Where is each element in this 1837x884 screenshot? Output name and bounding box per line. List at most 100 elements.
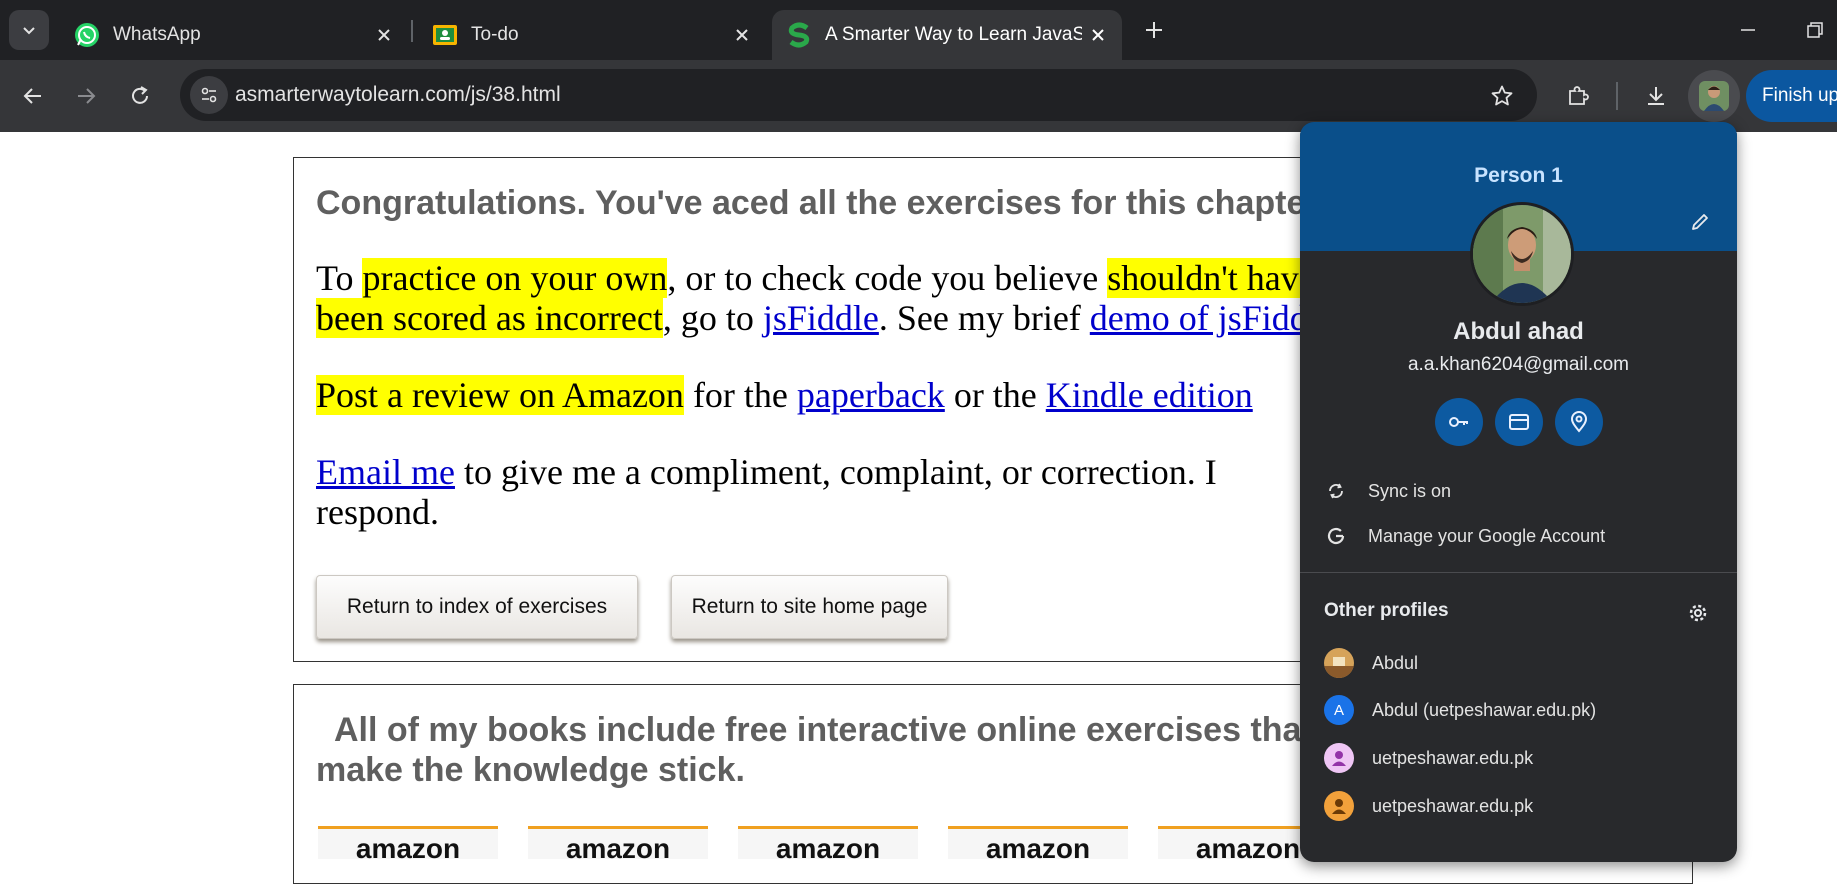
edit-profile-button[interactable]	[1682, 204, 1718, 240]
star-icon	[1491, 85, 1513, 106]
addresses-button[interactable]	[1555, 398, 1603, 446]
tab-strip: WhatsApp To-do A Smarter Way to Learn Ja…	[0, 0, 1837, 60]
paragraph-email-line1: Email me to give me a compliment, compla…	[316, 452, 1217, 492]
congrats-heading: Congratulations. You've aced all the exe…	[316, 184, 1327, 222]
passwords-button[interactable]	[1435, 398, 1483, 446]
other-profile-item[interactable]: Abdul	[1324, 643, 1418, 683]
pencil-icon	[1692, 214, 1708, 230]
other-profile-item[interactable]: uetpeshawar.edu.pk	[1324, 786, 1533, 826]
profile-name: uetpeshawar.edu.pk	[1372, 747, 1534, 768]
google-icon	[1326, 526, 1346, 546]
reload-icon	[132, 86, 148, 104]
paragraph-review: Post a review on Amazon for the paperbac…	[316, 375, 1253, 415]
forward-button[interactable]	[66, 76, 106, 116]
other-profile-item[interactable]: A Abdul (uetpeshawar.edu.pk)	[1324, 690, 1596, 730]
smarter-way-icon	[788, 22, 810, 48]
return-home-button[interactable]: Return to site home page	[671, 575, 948, 639]
google-classroom-icon	[433, 25, 457, 45]
tab-smarter-way[interactable]: A Smarter Way to Learn JavaScript	[772, 10, 1122, 60]
profile-email: a.a.khan6204@gmail.com	[1407, 354, 1630, 375]
sync-icon	[1326, 481, 1346, 501]
text: , go to	[662, 298, 763, 338]
profile-avatar-button[interactable]	[1688, 70, 1740, 122]
sync-status-row[interactable]: Sync is on	[1326, 471, 1451, 511]
return-index-button[interactable]: Return to index of exercises	[316, 575, 638, 639]
close-tab-button[interactable]	[368, 19, 400, 51]
text: or the	[944, 375, 1046, 415]
plus-icon	[1146, 22, 1162, 38]
close-tab-button[interactable]	[726, 19, 758, 51]
tab-to-do[interactable]: To-do	[418, 10, 766, 60]
finish-update-button[interactable]: Finish update	[1746, 70, 1837, 122]
manage-account-row[interactable]: Manage your Google Account	[1326, 516, 1605, 556]
amazon-book-link[interactable]: amazon	[738, 826, 918, 859]
credit-card-icon	[1509, 414, 1529, 430]
avatar	[1324, 648, 1354, 678]
tab-whatsapp[interactable]: WhatsApp	[60, 10, 408, 60]
url-text[interactable]: asmarterwaytolearn.com/js/38.html	[235, 83, 561, 107]
text: To	[316, 258, 363, 298]
gear-icon	[1689, 604, 1707, 622]
text: for the	[683, 375, 797, 415]
tab-separator	[411, 20, 413, 42]
paperback-link[interactable]: paperback	[797, 375, 945, 415]
avatar	[1473, 205, 1571, 303]
close-tab-button[interactable]	[1082, 19, 1114, 51]
extensions-button[interactable]	[1558, 76, 1598, 116]
avatar	[1699, 81, 1729, 111]
jsfiddle-link[interactable]: jsFiddle	[763, 298, 879, 338]
sync-label: Sync is on	[1368, 480, 1452, 501]
forward-arrow-icon	[78, 88, 96, 104]
tab-title: To-do	[471, 24, 519, 45]
paragraph-email-line2: respond.	[316, 492, 439, 532]
highlight-text: Post a review on Amazon	[316, 375, 684, 415]
profile-header-name: Person 1	[1474, 164, 1563, 187]
restore-button[interactable]	[1795, 12, 1835, 48]
download-icon	[1648, 87, 1664, 105]
close-icon	[736, 29, 748, 41]
restore-icon	[1807, 22, 1823, 38]
amazon-book-link[interactable]: amazon	[948, 826, 1128, 859]
tab-title: WhatsApp	[113, 24, 201, 45]
person-icon	[1332, 799, 1346, 814]
amazon-book-link[interactable]: amazon	[318, 826, 498, 859]
divider	[1300, 572, 1737, 573]
site-info-button[interactable]	[190, 76, 228, 114]
manage-account-label: Manage your Google Account	[1368, 525, 1606, 546]
avatar	[1324, 743, 1354, 773]
text: , or to check code you believe	[667, 258, 1108, 298]
other-profile-item[interactable]: uetpeshawar.edu.pk	[1324, 738, 1533, 778]
whatsapp-icon	[75, 23, 99, 47]
profile-name: Abdul	[1372, 652, 1419, 673]
tab-search-button[interactable]	[9, 10, 49, 50]
minimize-button[interactable]	[1728, 12, 1768, 48]
tune-icon	[201, 87, 217, 103]
other-profiles-heading: Other profiles	[1324, 600, 1449, 621]
books-heading-line1: All of my books include free interactive…	[334, 711, 1313, 749]
highlight-text: practice on your own	[362, 258, 668, 298]
avatar: A	[1324, 695, 1354, 725]
paragraph-practice-line2: been scored as incorrect, go to jsFiddle…	[316, 298, 1334, 338]
paragraph-practice-line1: To practice on your own, or to check cod…	[316, 258, 1315, 298]
amazon-book-link[interactable]: amazon	[528, 826, 708, 859]
close-icon	[1092, 29, 1104, 41]
text: . See my brief	[878, 298, 1090, 338]
reload-button[interactable]	[120, 76, 160, 116]
back-button[interactable]	[13, 76, 53, 116]
kindle-edition-link[interactable]: Kindle edition	[1046, 375, 1253, 415]
profile-name: uetpeshawar.edu.pk	[1372, 795, 1534, 816]
minimize-icon	[1741, 29, 1755, 31]
tab-title: A Smarter Way to Learn JavaScript	[825, 24, 1082, 45]
books-heading-line2: make the knowledge stick.	[316, 751, 745, 789]
new-tab-button[interactable]	[1136, 12, 1172, 48]
profile-photo	[1470, 202, 1574, 306]
downloads-button[interactable]	[1636, 76, 1676, 116]
highlight-text: been scored as incorrect	[316, 298, 663, 338]
jsfiddle-demo-link[interactable]: demo of jsFiddle	[1090, 298, 1334, 338]
manage-profiles-button[interactable]	[1683, 598, 1713, 628]
payment-methods-button[interactable]	[1495, 398, 1543, 446]
profile-name: Abdul (uetpeshawar.edu.pk)	[1372, 699, 1597, 720]
email-me-link[interactable]: Email me	[316, 452, 455, 492]
bookmark-star-button[interactable]	[1482, 76, 1522, 116]
text: to give me a compliment, complaint, or c…	[454, 452, 1217, 492]
